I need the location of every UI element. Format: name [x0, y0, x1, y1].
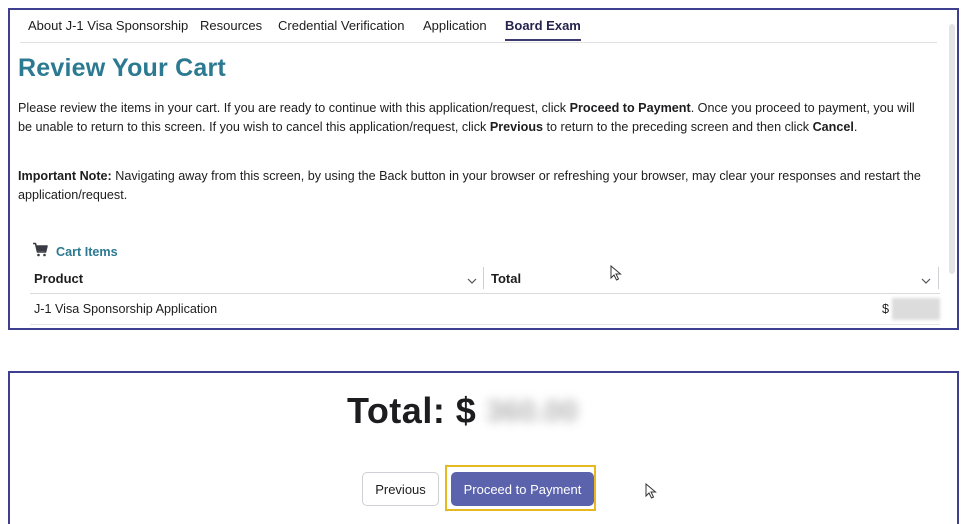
mouse-cursor-icon	[610, 264, 622, 286]
top-navigation: About J-1 Visa Sponsorship Resources Cre…	[20, 10, 937, 43]
proceed-to-payment-button[interactable]: Proceed to Payment	[451, 472, 594, 506]
nav-item-board-exam[interactable]: Board Exam	[505, 18, 581, 41]
column-divider	[938, 267, 939, 289]
column-header-total[interactable]: Total	[491, 271, 521, 286]
instructions-proceed-term: Proceed to Payment	[569, 101, 691, 115]
important-note-label: Important Note:	[18, 169, 112, 183]
previous-button[interactable]: Previous	[362, 472, 439, 506]
instructions-text-3: to return to the preceding screen and th…	[543, 120, 813, 134]
order-total-amount: 360.00	[486, 395, 578, 428]
cart-item-total: $	[882, 302, 890, 316]
cart-icon	[32, 242, 48, 262]
instructions-text-1: Please review the items in your cart. If…	[18, 101, 570, 115]
important-note-text: Navigating away from this screen, by usi…	[18, 169, 921, 202]
instructions-paragraph: Please review the items in your cart. If…	[18, 99, 930, 137]
cart-table: Product Total J-1 Visa Sponsorship Appli…	[30, 265, 940, 325]
redacted-amount	[892, 298, 940, 320]
nav-item-application[interactable]: Application	[423, 18, 487, 33]
column-header-product[interactable]: Product	[34, 271, 83, 286]
chevron-down-icon[interactable]	[921, 273, 931, 291]
checkout-panel: Total: $ 360.00 Previous Proceed to Paym…	[8, 371, 959, 524]
cart-item-product: J-1 Visa Sponsorship Application	[34, 302, 218, 316]
instructions-cancel-term: Cancel	[812, 120, 854, 134]
chevron-down-icon[interactable]	[467, 273, 477, 291]
important-note-paragraph: Important Note: Navigating away from thi…	[18, 167, 930, 205]
instructions-text-4: .	[853, 120, 858, 134]
nav-item-credential-verification[interactable]: Credential Verification	[278, 18, 404, 33]
nav-item-about-j1[interactable]: About J-1 Visa Sponsorship	[28, 18, 188, 33]
order-total-label: Total: $	[347, 390, 477, 431]
cart-review-panel: About J-1 Visa Sponsorship Resources Cre…	[8, 8, 959, 330]
page-title: Review Your Cart	[18, 54, 226, 82]
cart-items-header: Cart Items	[32, 242, 118, 262]
nav-item-resources[interactable]: Resources	[200, 18, 262, 33]
cart-items-title: Cart Items	[56, 245, 118, 259]
instructions-previous-term: Previous	[489, 120, 544, 134]
column-divider	[483, 267, 484, 289]
table-row: J-1 Visa Sponsorship Application $	[30, 294, 940, 325]
mouse-cursor-icon	[645, 482, 657, 504]
table-header-row: Product Total	[30, 265, 940, 294]
scrollbar[interactable]	[949, 24, 955, 274]
